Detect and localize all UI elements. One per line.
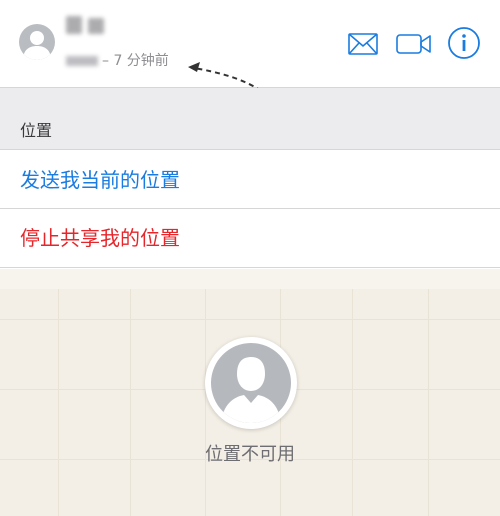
redacted-block: [66, 16, 82, 34]
person-silhouette-icon: [23, 31, 51, 60]
location-section-header: 位置: [0, 88, 500, 150]
section-gap: [0, 269, 500, 289]
redacted-block: [66, 56, 98, 66]
last-seen-time: – 7 分钟前: [102, 53, 169, 69]
stop-sharing-location-label: 停止共享我的位置: [20, 226, 180, 250]
mail-icon: [348, 33, 378, 55]
map-grid-line: [428, 289, 429, 516]
location-unavailable-text: 位置不可用: [205, 444, 295, 465]
mail-button[interactable]: [346, 28, 380, 60]
map-grid-line: [205, 289, 206, 516]
map-grid-line: [352, 289, 353, 516]
video-call-button[interactable]: [396, 28, 432, 60]
last-seen-line: – 7 分钟前: [66, 51, 169, 71]
map-grid-line: [0, 319, 500, 320]
contact-name-redacted: [66, 14, 110, 36]
send-current-location-button[interactable]: 发送我当前的位置: [0, 151, 500, 209]
info-icon: [448, 27, 480, 59]
video-camera-icon: [396, 34, 431, 54]
person-silhouette-icon: [221, 357, 281, 423]
send-current-location-label: 发送我当前的位置: [20, 168, 180, 192]
info-button[interactable]: [447, 26, 481, 60]
redacted-block: [88, 18, 104, 34]
location-avatar: [205, 337, 297, 429]
stop-sharing-location-button[interactable]: 停止共享我的位置: [0, 209, 500, 268]
map-grid-line: [130, 289, 131, 516]
location-section-title: 位置: [20, 121, 53, 140]
contact-avatar[interactable]: [19, 24, 55, 60]
map-grid-line: [58, 289, 59, 516]
